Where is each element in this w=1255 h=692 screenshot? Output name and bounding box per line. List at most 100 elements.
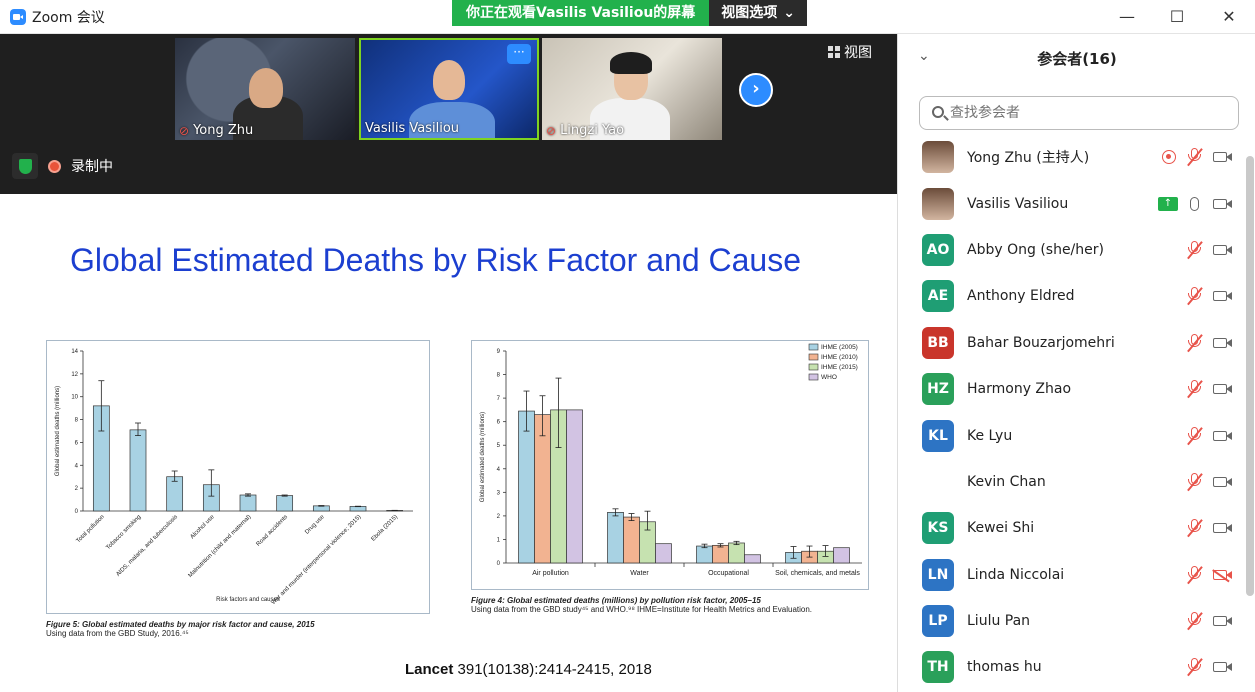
video-tile-lingzi-yao[interactable]: ⊘ Lingzi Yao bbox=[542, 38, 722, 140]
person-face bbox=[433, 60, 465, 100]
avatar bbox=[922, 187, 954, 220]
y-tick-label: 7 bbox=[497, 396, 501, 402]
mic-muted-icon[interactable] bbox=[1187, 658, 1203, 677]
bar bbox=[607, 512, 624, 564]
camera-off-icon[interactable] bbox=[1213, 569, 1227, 580]
grid-icon bbox=[828, 46, 840, 58]
y-axis-label: Global estimated deaths (millions) bbox=[55, 386, 61, 476]
app-title-text: Zoom 会议 bbox=[32, 10, 105, 26]
legend-swatch bbox=[808, 363, 819, 371]
video-tile-yong-zhu[interactable]: ⊘ Yong Zhu bbox=[175, 38, 355, 140]
x-tick-label: Drug use bbox=[304, 514, 326, 536]
x-tick-label: Soil, chemicals, and metals bbox=[775, 570, 860, 577]
bar bbox=[518, 410, 535, 564]
mic-muted-icon[interactable] bbox=[1187, 565, 1203, 584]
legend-label: WHO bbox=[821, 374, 837, 381]
x-tick-label: Tobacco smoking bbox=[105, 514, 142, 551]
legend-label: IHME (2015) bbox=[821, 364, 858, 371]
chevron-down-icon: ⌄ bbox=[783, 5, 796, 21]
participant-row[interactable]: Vasilis Vasiliou ↑ bbox=[898, 180, 1243, 226]
participant-search-input[interactable] bbox=[919, 96, 1239, 130]
camera-icon[interactable] bbox=[1213, 291, 1227, 302]
y-tick-label: 14 bbox=[71, 349, 78, 355]
bar bbox=[655, 543, 672, 564]
meeting-area: ⊘ Yong Zhu ··· Vasilis Vasiliou ⊘ Lingzi bbox=[0, 34, 897, 692]
camera-icon[interactable] bbox=[1213, 244, 1227, 255]
figure-5-box: 0 2 4 6 8 10 12 14 Total pollution Tobacco smokin… bbox=[46, 340, 430, 614]
mic-muted-icon[interactable] bbox=[1187, 287, 1203, 306]
bar bbox=[728, 542, 745, 564]
status-row: 录制中 bbox=[12, 153, 113, 179]
y-tick-label: 10 bbox=[71, 395, 78, 401]
y-tick-label: 6 bbox=[75, 440, 79, 446]
person-hair bbox=[610, 52, 652, 74]
y-tick-label: 9 bbox=[497, 349, 501, 355]
participant-row[interactable]: TH thomas hu bbox=[898, 644, 1243, 690]
mic-muted-icon[interactable] bbox=[1187, 519, 1203, 538]
participant-row[interactable]: LP Liulu Pan bbox=[898, 598, 1243, 644]
participant-list-scrollbar[interactable] bbox=[1246, 156, 1254, 596]
camera-icon[interactable] bbox=[1213, 476, 1227, 487]
view-button[interactable]: 视图 bbox=[828, 42, 872, 62]
participant-row[interactable]: KS Kewei Shi bbox=[898, 505, 1243, 551]
participant-row[interactable]: HZ Harmony Zhao bbox=[898, 366, 1243, 412]
participant-name: Ke Lyu bbox=[967, 427, 1013, 444]
participants-header: 参会者(16) bbox=[1037, 50, 1117, 68]
view-options-button[interactable]: 视图选项 ⌄ bbox=[709, 0, 808, 26]
bar bbox=[712, 544, 729, 564]
mic-muted-icon[interactable] bbox=[1187, 240, 1203, 259]
tile-name-label: Vasilis Vasiliou bbox=[365, 121, 460, 136]
maximize-button[interactable]: ☐ bbox=[1162, 5, 1192, 29]
participant-row[interactable]: AE Anthony Eldred bbox=[898, 273, 1243, 319]
video-strip: ⊘ Yong Zhu ··· Vasilis Vasiliou ⊘ Lingzi bbox=[0, 34, 897, 194]
person-face bbox=[249, 68, 283, 108]
y-tick-label: 2 bbox=[497, 514, 501, 520]
x-tick-label: AIDS, malaria, and tuberculosis bbox=[115, 514, 179, 578]
camera-icon[interactable] bbox=[1213, 616, 1227, 627]
title-bar: Zoom 会议 你正在观看Vasilis Vasiliou的屏幕 视图选项 ⌄ … bbox=[0, 0, 1255, 34]
next-page-button[interactable]: › bbox=[739, 73, 773, 107]
avatar: AE bbox=[922, 280, 954, 313]
avatar: LN bbox=[922, 558, 954, 591]
bar bbox=[833, 547, 850, 564]
figure-4-box: 0 1 2 3 4 5 6 7 8 9 Air pollution Water Occupational… bbox=[471, 340, 869, 590]
camera-icon[interactable] bbox=[1213, 523, 1227, 534]
recording-icon bbox=[1162, 150, 1176, 165]
participant-row[interactable]: Kevin Chan bbox=[898, 459, 1243, 505]
camera-icon[interactable] bbox=[1213, 384, 1227, 395]
security-shield-button[interactable] bbox=[12, 153, 38, 179]
mic-icon[interactable] bbox=[1190, 196, 1199, 211]
camera-icon[interactable] bbox=[1213, 430, 1227, 441]
mic-muted-icon[interactable] bbox=[1187, 148, 1203, 167]
camera-icon[interactable] bbox=[1213, 198, 1227, 209]
bar bbox=[166, 476, 184, 512]
minimize-button[interactable]: — bbox=[1112, 5, 1142, 29]
mic-muted-icon[interactable] bbox=[1187, 380, 1203, 399]
tile-name-label: ⊘ Lingzi Yao bbox=[546, 123, 625, 138]
participant-row[interactable]: Yong Zhu (主持人) bbox=[898, 134, 1243, 180]
x-tick-label: Total pollution bbox=[76, 514, 106, 544]
participant-name: Abby Ong (she/her) bbox=[967, 241, 1104, 258]
camera-icon[interactable] bbox=[1213, 152, 1227, 163]
participant-row[interactable]: BB Bahar Bouzarjomehri bbox=[898, 320, 1243, 366]
y-tick-label: 8 bbox=[75, 418, 79, 424]
participant-row[interactable]: KL Ke Lyu bbox=[898, 412, 1243, 458]
mic-muted-icon[interactable] bbox=[1187, 426, 1203, 445]
video-tile-vasilis-vasiliou[interactable]: ··· Vasilis Vasiliou bbox=[359, 38, 539, 140]
participant-row[interactable]: LN Linda Niccolai bbox=[898, 552, 1243, 598]
slide-title: Global Estimated Deaths by Risk Factor a… bbox=[70, 242, 801, 278]
close-button[interactable]: ✕ bbox=[1214, 5, 1244, 29]
avatar: BB bbox=[922, 326, 954, 359]
bar bbox=[239, 494, 257, 512]
participant-name: Vasilis Vasiliou bbox=[967, 195, 1069, 212]
bar bbox=[566, 409, 583, 564]
x-axis-label: Risk factors and causes bbox=[216, 597, 280, 603]
mic-muted-icon[interactable] bbox=[1187, 612, 1203, 631]
more-options-button[interactable]: ··· bbox=[507, 44, 531, 64]
participant-row[interactable]: AO Abby Ong (she/her) bbox=[898, 227, 1243, 273]
mic-muted-icon[interactable] bbox=[1187, 472, 1203, 491]
x-tick-label: Malnutrition (child and maternal) bbox=[188, 514, 253, 579]
camera-icon[interactable] bbox=[1213, 337, 1227, 348]
mic-muted-icon[interactable] bbox=[1187, 333, 1203, 352]
camera-icon[interactable] bbox=[1213, 662, 1227, 673]
